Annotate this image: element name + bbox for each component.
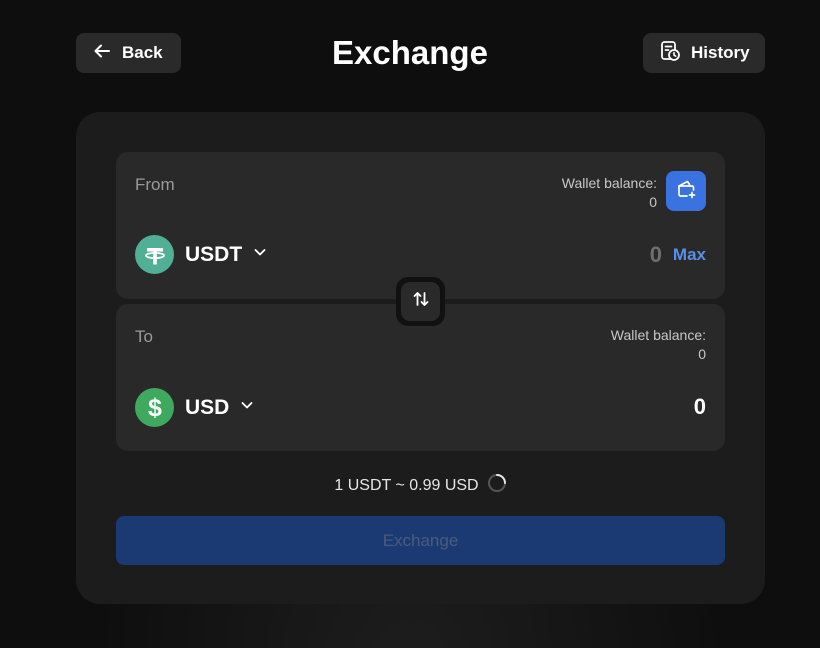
exchange-rate-text: 1 USDT ~ 0.99 USD (334, 476, 479, 494)
chevron-down-icon (253, 245, 267, 264)
swap-button[interactable] (396, 277, 445, 326)
to-wallet-balance-label: Wallet balance: (610, 327, 706, 343)
exchange-button[interactable]: Exchange (116, 516, 725, 565)
top-bar: Back Exchange History (0, 0, 820, 105)
from-wallet-balance-label: Wallet balance: (561, 175, 657, 191)
from-wallet-balance-value: 0 (649, 194, 657, 210)
chevron-down-icon (240, 398, 254, 417)
history-icon (659, 40, 681, 67)
history-label: History (691, 43, 750, 62)
to-wallet-balance-value: 0 (698, 346, 706, 362)
wallet-add-button[interactable] (666, 171, 706, 211)
exchange-rate: 1 USDT ~ 0.99 USD (76, 473, 765, 498)
to-asset-name: USD (185, 395, 230, 419)
from-asset-name: USDT (185, 242, 243, 266)
to-amount: 0 (693, 394, 706, 419)
swap-vertical-icon (411, 289, 431, 314)
to-panel: To Wallet balance: 0 $ USD 0 (116, 304, 725, 451)
svg-text:$: $ (148, 394, 162, 422)
swap-button-inner (401, 282, 440, 321)
to-asset-selector[interactable]: $ USD (135, 388, 254, 427)
usdt-coin-icon (135, 235, 174, 274)
from-amount-input[interactable]: 0 (650, 242, 662, 268)
history-button[interactable]: History (643, 33, 765, 73)
from-asset-selector[interactable]: USDT (135, 235, 267, 274)
to-label: To (135, 327, 153, 346)
wallet-add-icon (675, 178, 697, 205)
to-wallet-balance: Wallet balance: 0 (611, 326, 706, 364)
usd-coin-icon: $ (135, 388, 174, 427)
from-label: From (135, 175, 175, 194)
max-button[interactable]: Max (673, 245, 706, 265)
from-wallet-balance: Wallet balance: 0 (562, 174, 657, 212)
spinner-icon (487, 473, 507, 498)
exchange-card: From Wallet balance: 0 USDT 0 Max To Wal… (76, 112, 765, 604)
